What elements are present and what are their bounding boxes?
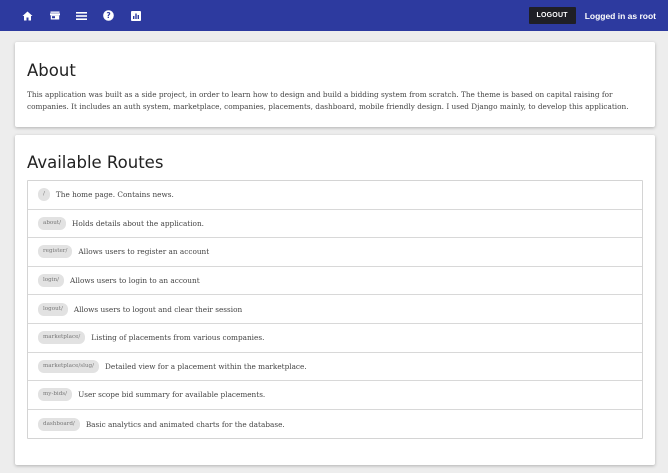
dashboard-icon[interactable]: [130, 10, 141, 21]
home-icon[interactable]: [22, 10, 33, 21]
top-navbar: ? LOGOUT Logged in as root: [0, 0, 668, 31]
route-description: Allows users to login to an account: [70, 276, 200, 286]
route-row: logout/ Allows users to logout and clear…: [28, 295, 642, 324]
about-title: About: [27, 61, 76, 80]
route-row: login/ Allows users to login to an accou…: [28, 267, 642, 296]
route-row: register/ Allows users to register an ac…: [28, 238, 642, 267]
route-path-badge: logout/: [38, 302, 68, 316]
route-description: Basic analytics and animated charts for …: [85, 419, 285, 429]
route-description: Allows users to register an account: [78, 247, 210, 257]
about-description: This application was built as a side pro…: [27, 90, 629, 111]
storefront-icon[interactable]: [49, 10, 60, 21]
route-row: marketplace/slug/ Detailed view for a pl…: [28, 353, 642, 382]
route-row: dashboard/ Basic analytics and animated …: [28, 410, 642, 439]
route-description: Listing of placements from various compa…: [91, 333, 265, 343]
route-row: / The home page. Contains news.: [28, 181, 642, 210]
route-row: about/ Holds details about the applicati…: [28, 210, 642, 239]
route-path-badge: about/: [38, 216, 67, 230]
route-description: User scope bid summary for available pla…: [78, 390, 266, 400]
route-list: / The home page. Contains news. about/ H…: [27, 180, 643, 440]
route-path-badge: marketplace/slug/: [38, 359, 100, 373]
routes-card: Available Routes / The home page. Contai…: [15, 135, 655, 465]
routes-title: Available Routes: [27, 153, 164, 172]
route-description: Detailed view for a placement within the…: [105, 361, 307, 371]
route-description: Allows users to logout and clear their s…: [73, 304, 243, 314]
logout-button[interactable]: LOGOUT: [528, 7, 576, 24]
about-card: About This application was built as a si…: [15, 42, 655, 127]
nav-right-group: LOGOUT Logged in as root: [528, 7, 656, 24]
route-path-badge: login/: [38, 274, 65, 288]
menu-icon[interactable]: [76, 10, 87, 21]
route-path-badge: /: [38, 188, 50, 202]
route-row: marketplace/ Listing of placements from …: [28, 324, 642, 353]
help-icon[interactable]: ?: [103, 10, 114, 21]
route-row: my-bids/ User scope bid summary for avai…: [28, 381, 642, 410]
route-description: The home page. Contains news.: [55, 190, 174, 200]
svg-text:?: ?: [106, 11, 110, 20]
route-path-badge: dashboard/: [38, 417, 80, 431]
nav-icon-group: ?: [22, 10, 157, 21]
route-path-badge: marketplace/: [38, 331, 86, 345]
route-path-badge: register/: [38, 245, 73, 259]
logged-in-user-label: Logged in as root: [584, 10, 656, 21]
route-path-badge: my-bids/: [38, 388, 73, 402]
route-description: Holds details about the application.: [72, 218, 204, 228]
